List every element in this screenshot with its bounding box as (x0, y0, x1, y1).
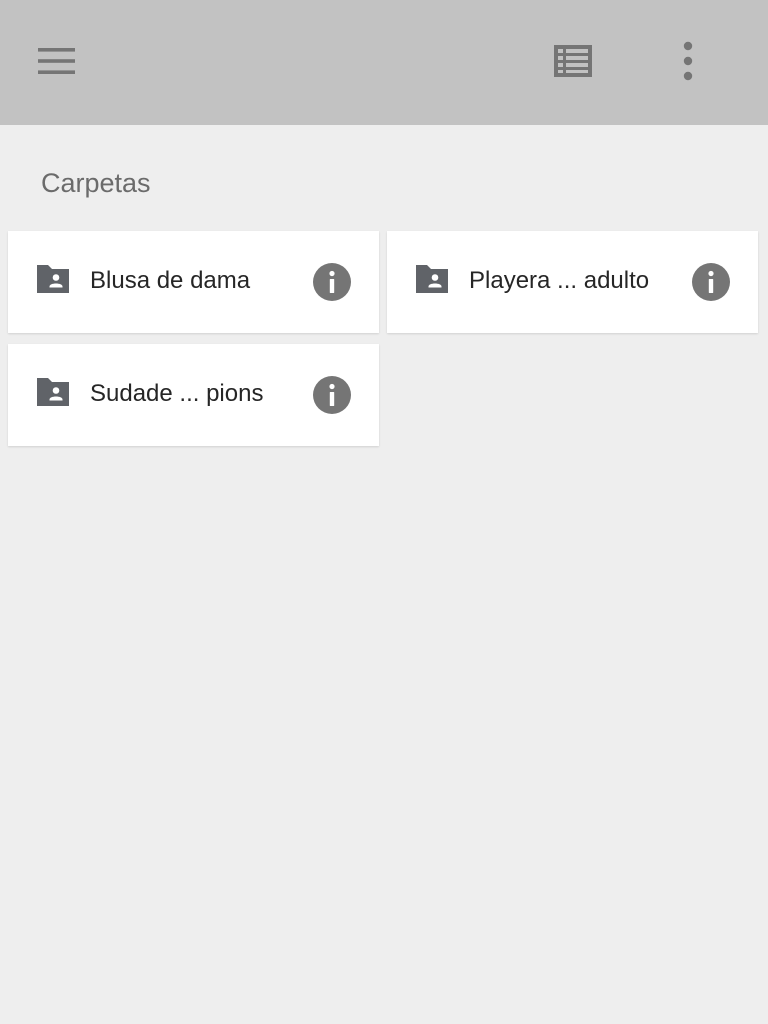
menu-button[interactable] (29, 33, 85, 89)
shared-folder-icon (416, 265, 448, 293)
top-toolbar (0, 0, 768, 125)
folder-card[interactable]: Blusa de dama (8, 231, 379, 333)
folder-name: Playera ... adulto (469, 267, 650, 294)
section-title: Carpetas (41, 168, 151, 198)
hamburger-menu-icon (38, 48, 75, 74)
folder-card[interactable]: Sudade ... pions (8, 344, 379, 446)
shared-folder-icon (37, 265, 69, 293)
list-view-button[interactable] (545, 33, 601, 89)
app-root: Carpetas Blusa de dama Playera ... adult… (0, 0, 768, 1024)
folder-name: Sudade ... pions (90, 380, 264, 407)
info-icon[interactable] (691, 262, 731, 302)
info-icon[interactable] (312, 375, 352, 415)
shared-folder-icon (37, 378, 69, 406)
folder-card[interactable]: Playera ... adulto (387, 231, 758, 333)
folder-name: Blusa de dama (90, 267, 251, 294)
more-options-button[interactable] (660, 33, 716, 89)
more-vertical-icon (683, 41, 693, 81)
folder-grid: Blusa de dama Playera ... adulto Sudade … (8, 231, 758, 446)
info-icon[interactable] (312, 262, 352, 302)
list-view-icon (554, 45, 592, 77)
